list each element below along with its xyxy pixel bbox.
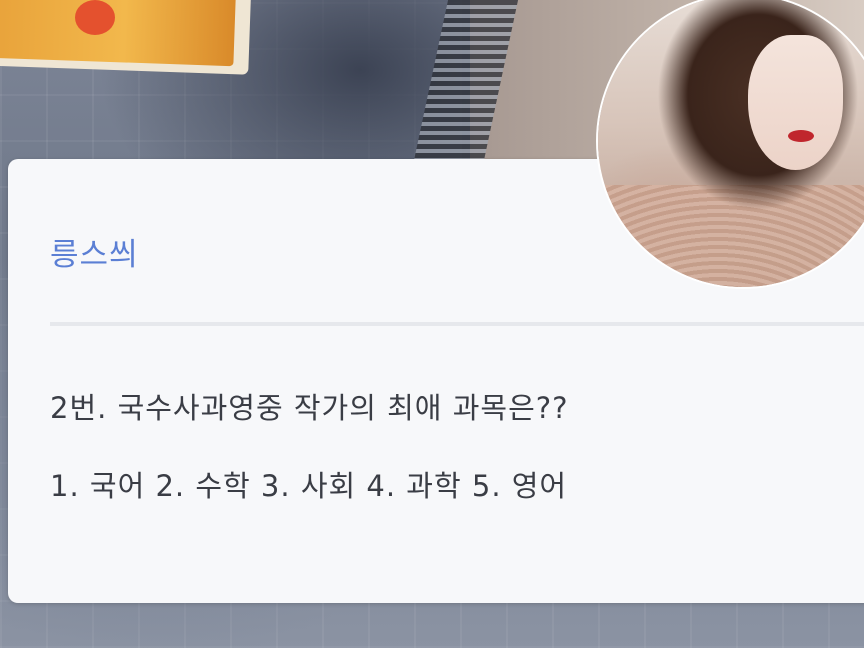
divider (50, 322, 864, 326)
avatar-lips (788, 130, 814, 142)
background-sticker-dot (75, 0, 115, 35)
avatar (598, 0, 864, 287)
avatar-face (748, 35, 843, 170)
card-title: 릉스씌 (50, 237, 139, 273)
question-text: 2번. 국수사과영중 작가의 최애 과목은?? (50, 391, 569, 425)
answer-options: 1. 국어 2. 수학 3. 사회 4. 과학 5. 영어 (50, 469, 568, 503)
background-sticker-print (0, 0, 237, 67)
screen: 릉스씌 2번. 국수사과영중 작가의 최애 과목은?? 1. 국어 2. 수학 … (0, 0, 864, 648)
